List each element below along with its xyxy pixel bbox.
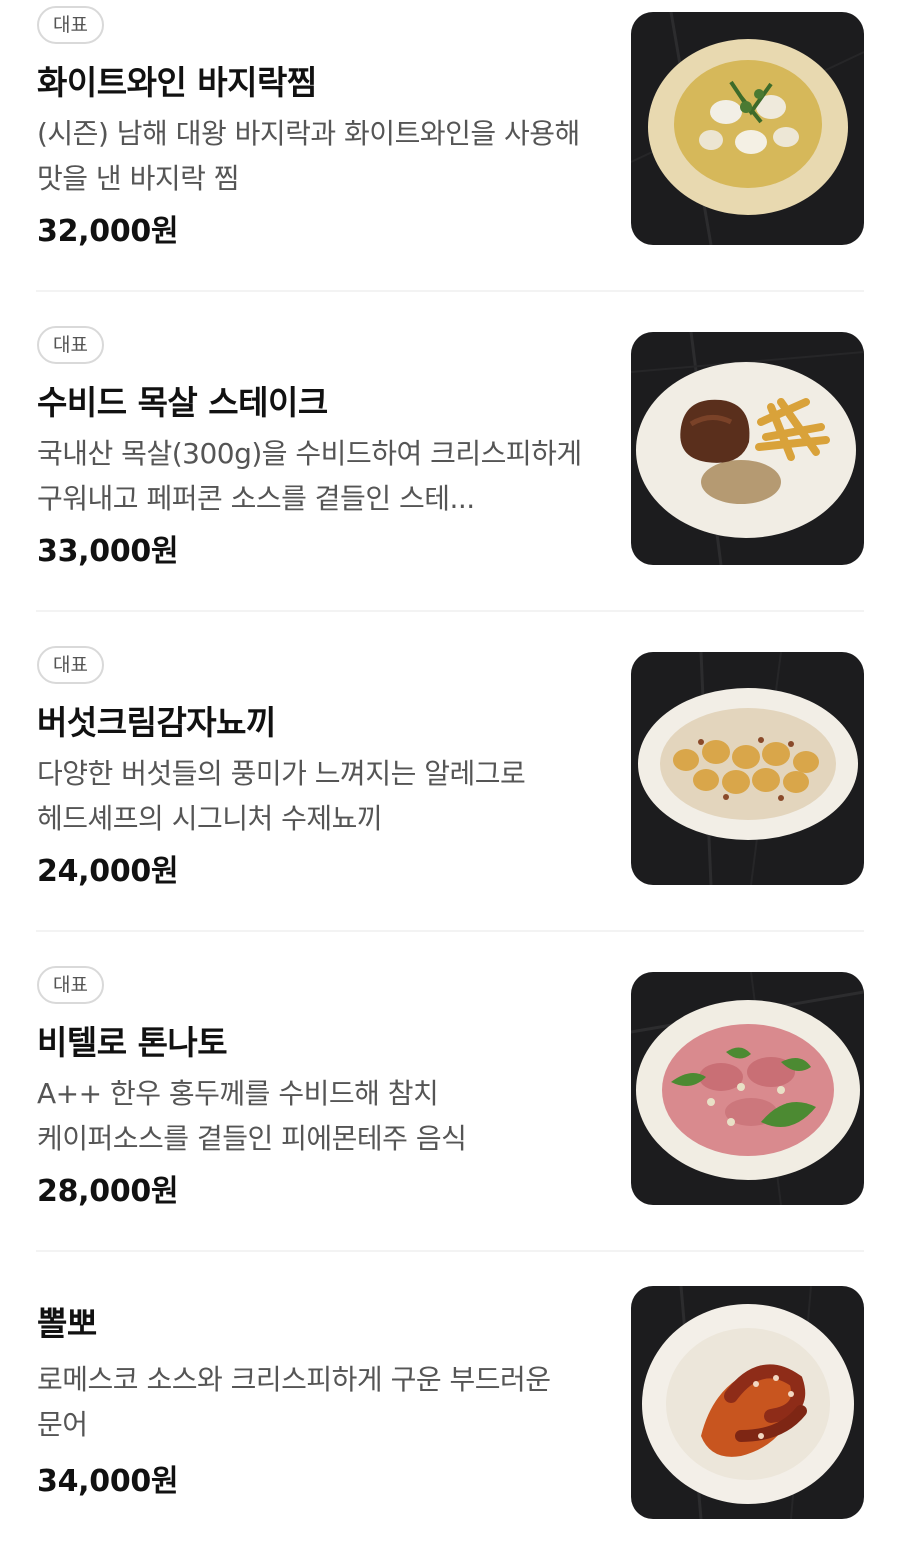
menu-item-description: 국내산 목살(300g)을 수비드하여 크리스피하게 구워내고 페퍼콘 소스를 … <box>37 437 582 515</box>
menu-item-name: 뽈뽀 <box>37 1304 97 1343</box>
menu-item-description: (시즌) 남해 대왕 바지락과 화이트와인을 사용해 맛을 낸 바지락 찜 <box>37 117 580 195</box>
menu-item-price: 34,000원 <box>37 1464 179 1499</box>
menu-item-description: 다양한 버섯들의 풍미가 느껴지는 알레그로 헤드셰프의 시그니처 수제뇨끼 <box>37 757 526 835</box>
menu-item-sous-vide-steak[interactable]: 대표 수비드 목살 스테이크 국내산 목살(300g)을 수비드하여 크리스피하… <box>0 320 900 640</box>
menu-item-description: A++ 한우 홍두께를 수비드해 참치 케이퍼소스를 곁들인 피에몬테주 음식 <box>37 1077 467 1155</box>
menu-item-description: 로메스코 소스와 크리스피하게 구운 부드러운 문어 <box>37 1363 551 1441</box>
signature-badge: 대표 <box>37 966 104 1004</box>
menu-item-price: 24,000원 <box>37 854 179 889</box>
divider <box>36 290 864 292</box>
menu-item-price: 32,000원 <box>37 214 179 249</box>
menu-item-name: 화이트와인 바지락찜 <box>37 63 317 102</box>
menu-item-mushroom-gnocchi[interactable]: 대표 버섯크림감자뇨끼 다양한 버섯들의 풍미가 느껴지는 알레그로 헤드셰프의… <box>0 640 900 960</box>
menu-item-vitello-tonnato[interactable]: 대표 비텔로 톤나토 A++ 한우 홍두께를 수비드해 참치 케이퍼소스를 곁들… <box>0 960 900 1280</box>
menu-item-photo <box>631 972 864 1205</box>
signature-badge: 대표 <box>37 326 104 364</box>
menu-item-photo <box>631 1286 864 1519</box>
divider <box>36 610 864 612</box>
menu-item-name: 버섯크림감자뇨끼 <box>37 703 276 742</box>
divider <box>36 930 864 932</box>
menu-item-photo <box>631 12 864 245</box>
menu-item-photo <box>631 652 864 885</box>
signature-badge: 대표 <box>37 646 104 684</box>
divider <box>36 1250 864 1252</box>
menu-item-price: 33,000원 <box>37 534 179 569</box>
menu-item-name: 비텔로 톤나토 <box>37 1023 228 1062</box>
menu-item-name: 수비드 목살 스테이크 <box>37 383 328 422</box>
menu-item-photo <box>631 332 864 565</box>
signature-badge: 대표 <box>37 6 104 44</box>
menu-item-white-wine-clams[interactable]: 대표 화이트와인 바지락찜 (시즌) 남해 대왕 바지락과 화이트와인을 사용해… <box>0 0 900 320</box>
menu-item-price: 28,000원 <box>37 1174 179 1209</box>
menu-item-polpo[interactable]: 뽈뽀 로메스코 소스와 크리스피하게 구운 부드러운 문어 34,000원 <box>0 1274 900 1551</box>
menu-list: 대표 화이트와인 바지락찜 (시즌) 남해 대왕 바지락과 화이트와인을 사용해… <box>0 0 900 1551</box>
